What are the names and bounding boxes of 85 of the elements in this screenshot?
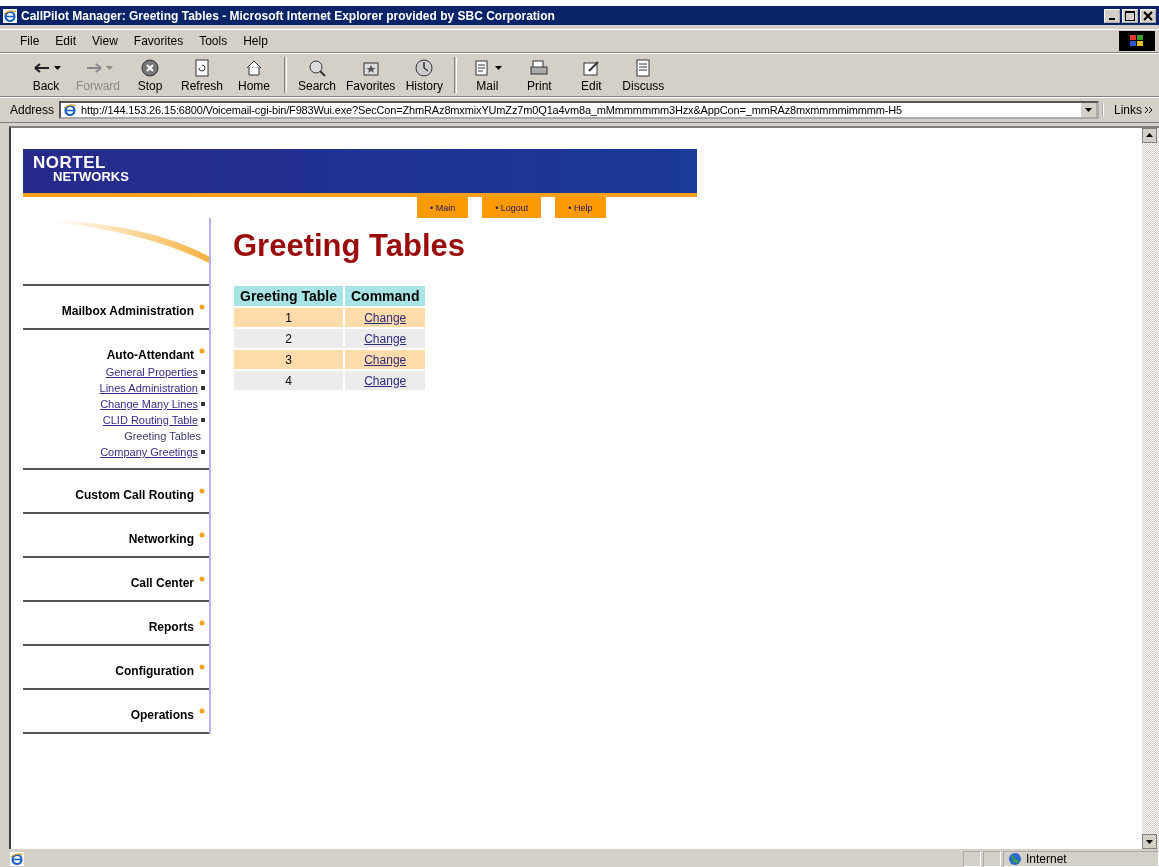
- page-icon: [63, 103, 78, 117]
- square-bullet-icon: [201, 418, 205, 422]
- page-icon: [10, 851, 24, 866]
- maximize-icon: [1125, 10, 1135, 21]
- links-button[interactable]: Links: [1102, 103, 1159, 117]
- vertical-scrollbar[interactable]: [1142, 128, 1159, 849]
- globe-icon: [1008, 851, 1022, 866]
- history-icon: [414, 58, 435, 78]
- nav-tab[interactable]: • Main: [417, 197, 469, 218]
- toolbar-button[interactable]: Favorites: [343, 57, 399, 93]
- toolbar-button[interactable]: Refresh: [176, 57, 228, 93]
- sidebar-section-link[interactable]: Mailbox Administration: [61, 304, 194, 318]
- window-title: CallPilot Manager: Greeting Tables - Microsoft Internet Explorer provided by SBC Corporation: [21, 8, 556, 23]
- sidebar-section-link[interactable]: Operations: [130, 708, 194, 722]
- column-header: Greeting Table: [234, 286, 343, 306]
- page-heading: Greeting Tables: [233, 228, 465, 264]
- nav-tab[interactable]: • Help: [555, 197, 606, 218]
- dropdown-button[interactable]: [1080, 103, 1097, 117]
- bullet-icon: [199, 532, 205, 538]
- close-button[interactable]: [1140, 8, 1156, 23]
- bullet-icon: [199, 304, 205, 310]
- sidebar-link[interactable]: Company Greetings: [100, 446, 198, 458]
- toolbar-button[interactable]: Back: [20, 57, 72, 93]
- bullet-icon: [199, 708, 205, 714]
- toolbar-button[interactable]: Mail: [461, 57, 514, 93]
- toolbar-button[interactable]: Discuss: [617, 57, 670, 93]
- caret-icon: [1085, 108, 1092, 112]
- browser-icon: [3, 8, 17, 23]
- minimize-button[interactable]: [1104, 8, 1120, 23]
- chevron-icon: [1145, 106, 1153, 114]
- menu-item[interactable]: View: [86, 32, 124, 50]
- address-label: Address: [10, 103, 56, 117]
- stop-icon: [140, 58, 160, 78]
- table-cell: 4: [234, 371, 343, 390]
- menu-item[interactable]: Tools: [193, 32, 234, 50]
- edit-icon: [581, 58, 602, 78]
- bullet-icon: [199, 488, 205, 494]
- toolbar-button[interactable]: History: [398, 57, 451, 93]
- nav-tab[interactable]: • Logout: [482, 197, 542, 218]
- status-pane: [983, 850, 1001, 867]
- refresh-icon: [192, 58, 212, 78]
- logo-text: NETWORKS: [52, 170, 129, 184]
- sidebar-section-link[interactable]: Networking: [128, 532, 194, 546]
- toolbar-button[interactable]: Home: [228, 57, 280, 93]
- close-icon: [1143, 10, 1153, 21]
- bullet-icon: [199, 620, 205, 626]
- home-icon: [244, 58, 264, 78]
- menu-item[interactable]: Favorites: [127, 32, 190, 50]
- sidebar-link[interactable]: Lines Administration: [99, 382, 198, 394]
- bullet-icon: [199, 348, 205, 354]
- square-bullet-icon: [201, 402, 205, 406]
- status-pane: [963, 850, 981, 867]
- column-header: Command: [345, 286, 426, 306]
- menu-item[interactable]: Edit: [49, 32, 83, 50]
- table-cell: 1: [234, 308, 343, 327]
- minimize-icon: [1109, 18, 1115, 20]
- sidebar-section-link[interactable]: Configuration: [115, 664, 194, 678]
- table-cell: 2: [234, 329, 343, 348]
- sidebar-section-link[interactable]: Call Center: [130, 576, 194, 590]
- sidebar-section-link[interactable]: Custom Call Routing: [75, 488, 194, 502]
- bullet-icon: [199, 576, 205, 582]
- logo-text: NORTEL: [33, 156, 107, 170]
- sidebar-link[interactable]: Change Many Lines: [100, 398, 198, 410]
- address-field[interactable]: http://144.153.26.15:6800/Voicemail-cgi-bin/F983Wui.exe?SecCon=ZhmRAz8mxmixYUmZz7m0Q1a4vm8a_mMmmmmmm3Hzx&AppCon=_mmRAz8mxmmmmimmmm-H5: [59, 101, 1099, 119]
- bullet-icon: [199, 664, 205, 670]
- toolbar-button[interactable]: Edit: [565, 57, 618, 93]
- sidebar-link[interactable]: Greeting Tables: [124, 430, 201, 442]
- sidebar-section-link[interactable]: Auto-Attendant: [106, 348, 194, 362]
- sidebar-link[interactable]: General Properties: [105, 366, 198, 378]
- menu-item[interactable]: File: [14, 32, 46, 50]
- menu-item[interactable]: Help: [237, 32, 274, 50]
- toolbar-button[interactable]: Search: [291, 57, 343, 93]
- zone-label: Internet: [1026, 851, 1067, 866]
- search-icon: [307, 58, 327, 78]
- square-bullet-icon: [201, 370, 205, 374]
- square-bullet-icon: [201, 450, 205, 454]
- sidebar-link[interactable]: CLID Routing Table: [102, 414, 198, 426]
- print-icon: [529, 58, 550, 78]
- toolbar-button[interactable]: Print: [513, 57, 566, 93]
- flag-drawing: [1129, 34, 1145, 48]
- square-bullet-icon: [201, 386, 205, 390]
- maximize-button[interactable]: [1122, 8, 1138, 23]
- sidebar-section-link[interactable]: Reports: [148, 620, 194, 634]
- table-cell: 3: [234, 350, 343, 369]
- toolbar-button[interactable]: Stop: [124, 57, 176, 93]
